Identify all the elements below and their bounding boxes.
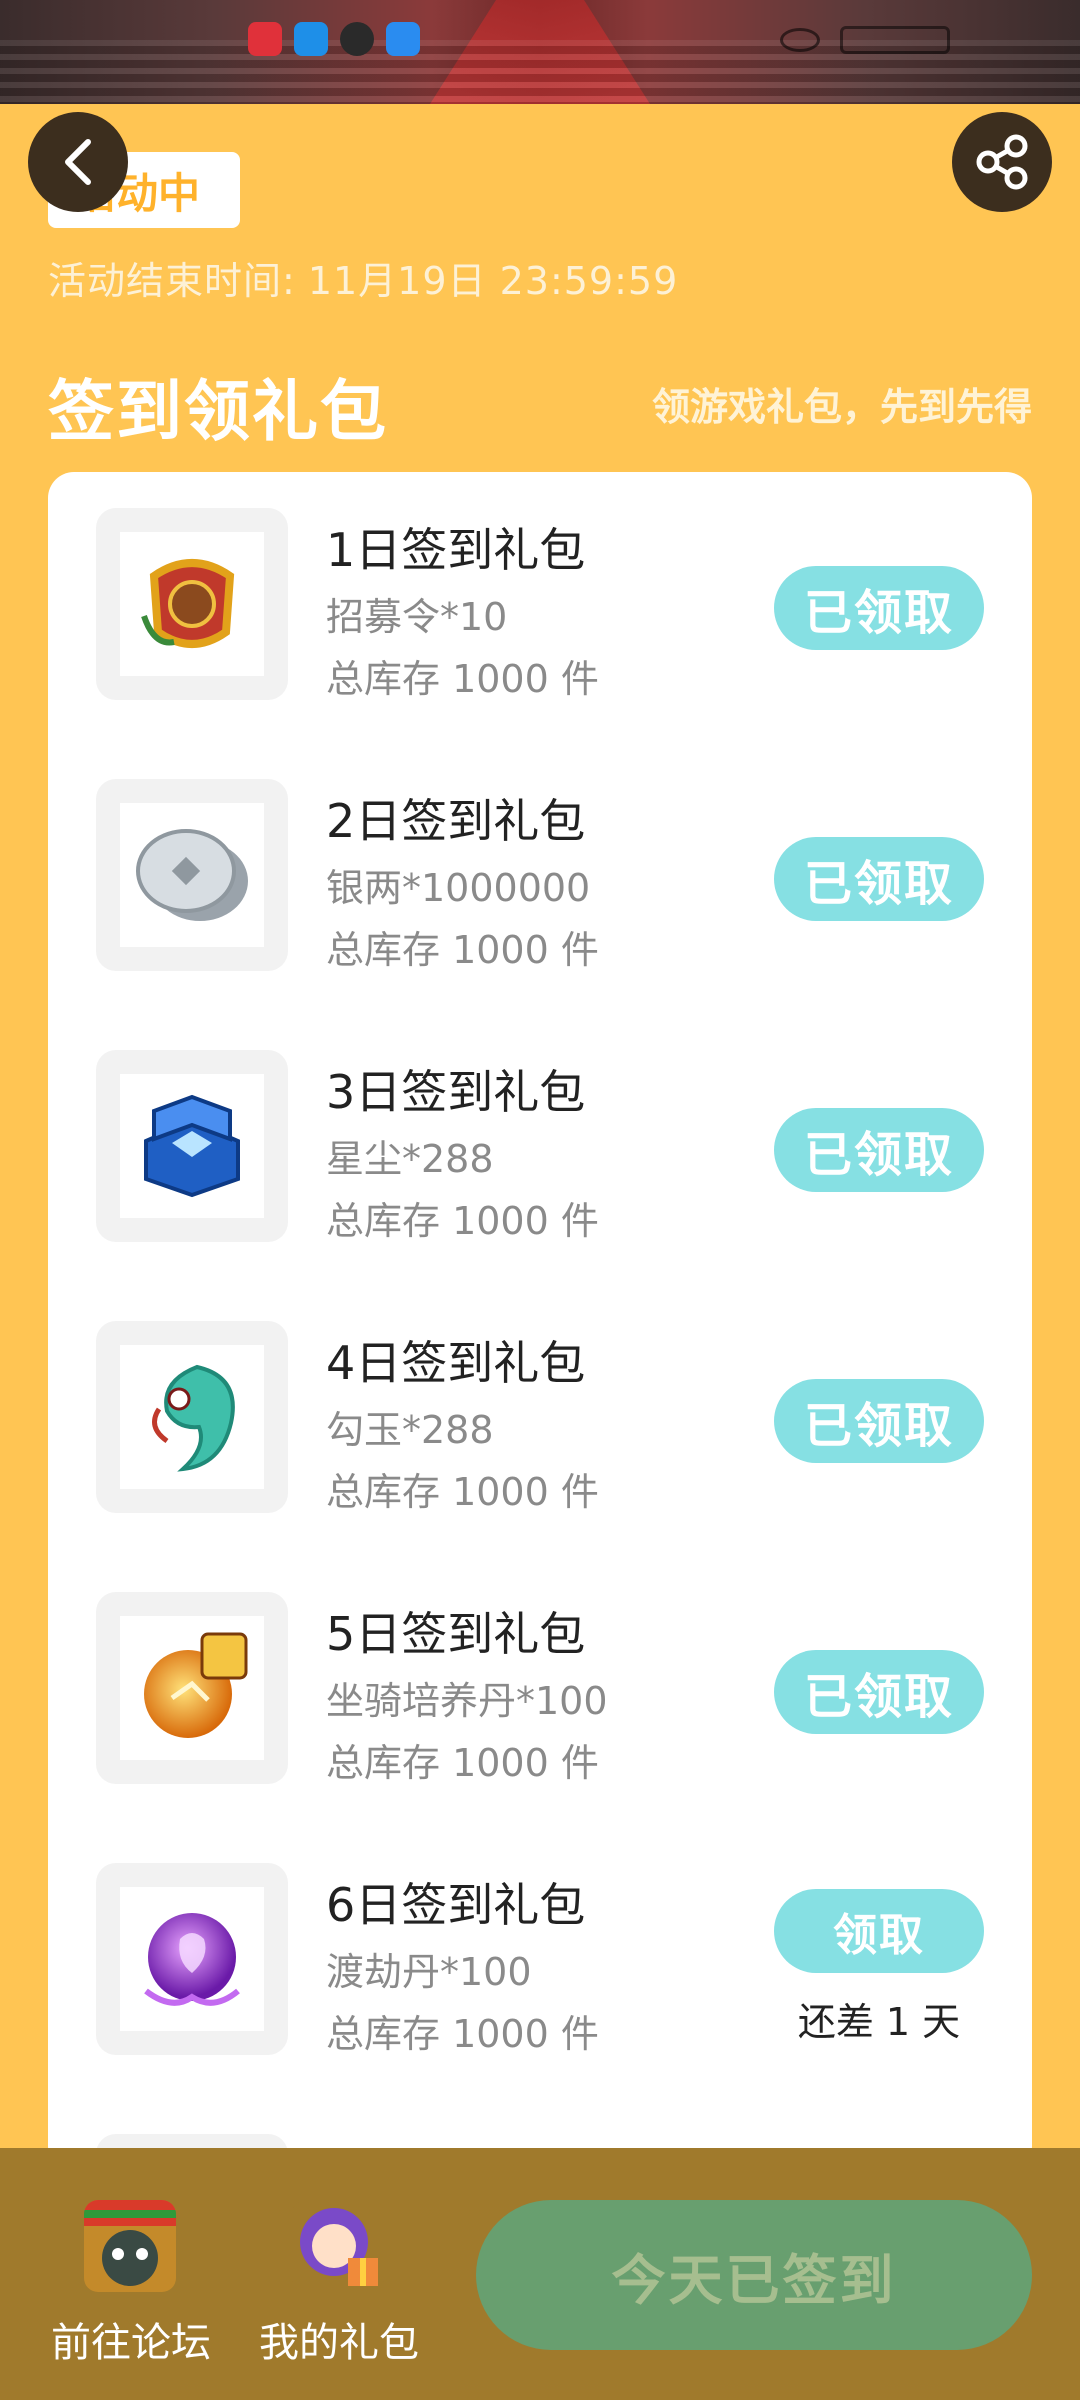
weather-app-icon (386, 22, 420, 56)
claim-button[interactable]: 领取 (774, 1889, 984, 1973)
end-time-value: 11月19日 23:59:59 (307, 259, 679, 303)
gift-item-day4: 4日签到礼包 勾玉*288 总库存 1000 件 已领取 (48, 1321, 1032, 1521)
my-gift-label: 我的礼包 (259, 2320, 419, 2366)
game-avatar-icon (84, 2200, 176, 2292)
gift-name: 4日签到礼包 (326, 1336, 586, 1390)
bottom-action-bar: 前往论坛 我的礼包 今天已签到 (0, 2148, 1080, 2400)
chat-app-icon (340, 22, 374, 56)
top-banner-image (0, 0, 1080, 104)
claimed-button[interactable]: 已领取 (774, 1379, 984, 1463)
gift-item-day5: 5日签到礼包 坐骑培养丹*100 总库存 1000 件 已领取 (48, 1592, 1032, 1792)
claimed-button[interactable]: 已领取 (774, 1650, 984, 1734)
page-subtitle: 领游戏礼包，先到先得 (651, 385, 1032, 429)
gift-thumb (96, 779, 288, 971)
gift-reward: 渡劫丹*100 (326, 1950, 532, 1994)
activity-end-time: 活动结束时间: 11月19日 23:59:59 (48, 250, 678, 305)
gift-thumb (96, 1863, 288, 2055)
status-bar (0, 14, 1080, 64)
gift-item-day1: 1日签到礼包 招募令*10 总库存 1000 件 已领取 (48, 508, 1032, 708)
gift-thumb (96, 508, 288, 700)
signed-in-today-button[interactable]: 今天已签到 (476, 2200, 1032, 2350)
gift-thumb (96, 1321, 288, 1513)
gift-stock: 总库存 1000 件 (326, 1741, 599, 1785)
end-time-label: 活动结束时间: (48, 259, 296, 303)
claimed-button[interactable]: 已领取 (774, 566, 984, 650)
gift-item-day6: 6日签到礼包 渡劫丹*100 总库存 1000 件 领取 还差 1 天 (48, 1863, 1032, 2063)
page-title: 签到领礼包 (48, 373, 388, 450)
recruit-token-icon (141, 559, 235, 648)
gift-list-card[interactable]: 1日签到礼包 招募令*10 总库存 1000 件 已领取 2日签到礼包 银两*1… (48, 472, 1032, 2172)
app-notification-icon (248, 22, 282, 56)
share-icon (976, 134, 1028, 190)
gift-stock: 总库存 1000 件 (326, 657, 599, 701)
gift-name: 3日签到礼包 (326, 1065, 586, 1119)
silver-coin-icon (136, 829, 248, 921)
gift-character-icon (292, 2200, 384, 2292)
gift-name: 6日签到礼包 (326, 1878, 586, 1932)
search-app-icon (294, 22, 328, 56)
back-button[interactable] (28, 112, 128, 212)
mount-pill-icon (144, 1632, 248, 1738)
gift-name: 2日签到礼包 (326, 794, 586, 848)
stardust-chest-icon (144, 1094, 240, 1198)
gift-stock: 总库存 1000 件 (326, 1199, 599, 1243)
days-remaining-text: 还差 1 天 (797, 2000, 961, 2044)
gift-thumb (96, 1050, 288, 1242)
forum-tab[interactable]: 前往论坛 (46, 2200, 226, 2366)
gift-reward: 星尘*288 (326, 1137, 494, 1181)
gift-stock: 总库存 1000 件 (326, 1470, 599, 1514)
gift-reward: 坐骑培养丹*100 (326, 1679, 608, 1723)
eye-comfort-icon (780, 28, 820, 52)
forum-label: 前往论坛 (51, 2320, 211, 2366)
gift-item-day3: 3日签到礼包 星尘*288 总库存 1000 件 已领取 (48, 1050, 1032, 1250)
gift-reward: 勾玉*288 (326, 1408, 494, 1452)
gift-thumb (96, 1592, 288, 1784)
magatama-icon (152, 1364, 235, 1472)
chevron-left-icon (65, 139, 91, 185)
gift-name: 5日签到礼包 (326, 1607, 586, 1661)
gift-reward: 招募令*10 (326, 595, 508, 639)
gift-stock: 总库存 1000 件 (326, 928, 599, 972)
claimed-button[interactable]: 已领取 (774, 837, 984, 921)
gift-name: 1日签到礼包 (326, 523, 586, 577)
gift-stock: 总库存 1000 件 (326, 2012, 599, 2056)
gift-item-day2: 2日签到礼包 银两*1000000 总库存 1000 件 已领取 (48, 779, 1032, 979)
share-button[interactable] (952, 112, 1052, 212)
gift-reward: 银两*1000000 (326, 866, 591, 910)
my-gift-tab[interactable]: 我的礼包 (254, 2200, 434, 2366)
battery-icon (840, 26, 950, 54)
tribulation-pill-icon (144, 1913, 240, 2006)
claimed-button[interactable]: 已领取 (774, 1108, 984, 1192)
